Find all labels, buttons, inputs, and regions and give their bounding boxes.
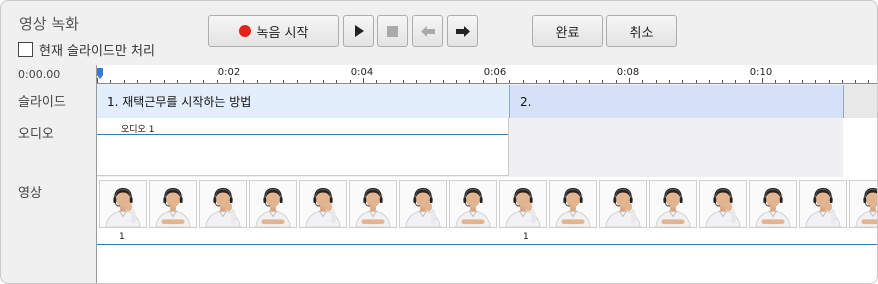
- person-thumbnail-icon: [550, 181, 596, 227]
- person-thumbnail-icon: [100, 181, 146, 227]
- frame-number: 1: [523, 232, 529, 242]
- ruler-label: 0:10: [749, 67, 773, 78]
- person-thumbnail-icon: [850, 181, 877, 227]
- video-frame-thumbnail[interactable]: [649, 180, 697, 228]
- play-icon: [354, 25, 364, 37]
- audio-track-end: [843, 118, 877, 177]
- audio-waveform-line: [97, 134, 508, 135]
- record-button-label: 녹음 시작: [256, 25, 309, 41]
- record-dot-icon: [238, 25, 251, 37]
- video-frame-thumbnail[interactable]: [299, 180, 347, 228]
- ruler-label: 0:06: [483, 67, 507, 78]
- video-frame-thumbnail[interactable]: [699, 180, 747, 228]
- video-track-label: 영상: [18, 186, 42, 201]
- done-button[interactable]: 완료: [532, 15, 603, 47]
- current-slide-only-option[interactable]: 현재 슬라이드만 처리: [18, 40, 155, 59]
- current-slide-only-label: 현재 슬라이드만 처리: [39, 44, 155, 59]
- video-frame-thumbnail[interactable]: [849, 180, 877, 228]
- video-frame-thumbnail[interactable]: [199, 180, 247, 228]
- video-frame-thumbnail[interactable]: [549, 180, 597, 228]
- ruler-label: 0:08: [616, 67, 640, 78]
- ruler-label: 0:02: [217, 67, 241, 78]
- video-track-line: [97, 244, 877, 245]
- video-frame-thumbnail[interactable]: [399, 180, 447, 228]
- audio-track: 오디오 1: [97, 118, 877, 177]
- stop-button[interactable]: [377, 15, 408, 47]
- slides-track: 1. 재택근무를 시작하는 방법 2.: [97, 85, 877, 118]
- video-frame-thumbnail[interactable]: [799, 180, 847, 228]
- current-time: 0:00.00: [18, 68, 61, 81]
- person-thumbnail-icon: [500, 181, 546, 227]
- next-button[interactable]: [447, 15, 478, 47]
- recording-window: 영상 녹화 현재 슬라이드만 처리 녹음 시작 완료 취소 0:00.00 슬라…: [0, 0, 878, 284]
- person-thumbnail-icon: [250, 181, 296, 227]
- person-thumbnail-icon: [150, 181, 196, 227]
- video-track: 1 1: [97, 177, 877, 283]
- audio-track-label: 오디오: [18, 127, 54, 142]
- video-frames: [99, 180, 877, 228]
- play-button[interactable]: [343, 15, 374, 47]
- previous-button[interactable]: [412, 15, 443, 47]
- video-frame-thumbnail[interactable]: [749, 180, 797, 228]
- slides-track-label: 슬라이드: [18, 95, 66, 110]
- slide-segment-2[interactable]: 2.: [510, 85, 844, 118]
- video-frame-thumbnail[interactable]: [149, 180, 197, 228]
- person-thumbnail-icon: [200, 181, 246, 227]
- arrow-right-icon: [455, 25, 470, 37]
- person-thumbnail-icon: [300, 181, 346, 227]
- video-frame-thumbnail[interactable]: [249, 180, 297, 228]
- person-thumbnail-icon: [700, 181, 746, 227]
- video-frame-thumbnail[interactable]: [499, 180, 547, 228]
- frame-number: 1: [119, 232, 125, 242]
- window-title: 영상 녹화: [19, 15, 79, 33]
- current-slide-only-checkbox[interactable]: [18, 42, 33, 57]
- video-frame-thumbnail[interactable]: [349, 180, 397, 228]
- stop-icon: [387, 25, 398, 37]
- audio-clip[interactable]: 오디오 1: [97, 118, 509, 176]
- ruler-label: 0:04: [350, 67, 374, 78]
- slide-segment-1[interactable]: 1. 재택근무를 시작하는 방법: [97, 85, 510, 118]
- person-thumbnail-icon: [350, 181, 396, 227]
- video-frame-thumbnail[interactable]: [99, 180, 147, 228]
- time-ruler[interactable]: 0:02 0:04 0:06 0:08 0:10: [97, 65, 877, 84]
- cancel-button[interactable]: 취소: [606, 15, 677, 47]
- person-thumbnail-icon: [800, 181, 846, 227]
- video-frame-thumbnail[interactable]: [449, 180, 497, 228]
- person-thumbnail-icon: [650, 181, 696, 227]
- ruler-ticks: [97, 78, 869, 83]
- record-button[interactable]: 녹음 시작: [208, 15, 339, 47]
- person-thumbnail-icon: [400, 181, 446, 227]
- arrow-left-icon: [420, 25, 435, 37]
- person-thumbnail-icon: [600, 181, 646, 227]
- person-thumbnail-icon: [450, 181, 496, 227]
- video-frame-thumbnail[interactable]: [599, 180, 647, 228]
- person-thumbnail-icon: [750, 181, 796, 227]
